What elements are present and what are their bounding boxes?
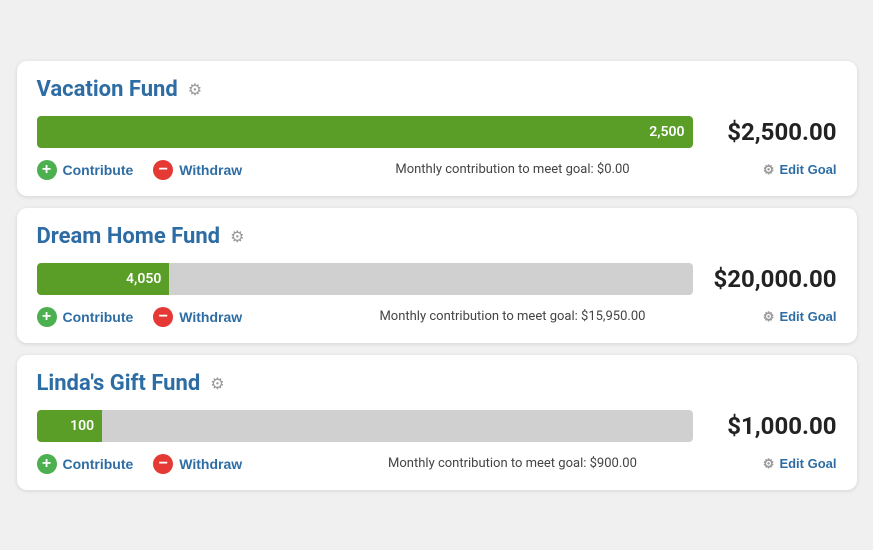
contribute-icon-lindas-gift-fund: + [37,454,57,474]
fund-amount-dream-home-fund: $20,000.00 [707,265,837,293]
edit-gear-icon-lindas-gift-fund: ⚙ [763,456,775,472]
settings-icon-dream-home-fund[interactable]: ⚙ [230,227,244,246]
progress-row-lindas-gift-fund: 100 $1,000.00 [37,410,837,442]
progress-bar-fill-dream-home-fund: 4,050 [37,263,170,295]
contribute-label-dream-home-fund: Contribute [63,309,134,325]
funds-list: Vacation Fund ⚙ 2,500 $2,500.00 + Contri… [17,61,857,490]
fund-amount-vacation-fund: $2,500.00 [707,118,837,146]
withdraw-label-lindas-gift-fund: Withdraw [179,456,242,472]
contribute-label-lindas-gift-fund: Contribute [63,456,134,472]
progress-row-vacation-fund: 2,500 $2,500.00 [37,116,837,148]
actions-row-dream-home-fund: + Contribute − Withdraw Monthly contribu… [37,307,837,327]
withdraw-label-vacation-fund: Withdraw [179,162,242,178]
fund-title-lindas-gift-fund: Linda's Gift Fund [37,371,201,396]
contribute-icon-vacation-fund: + [37,160,57,180]
progress-bar-container-dream-home-fund: 4,050 [37,263,693,295]
fund-header-dream-home-fund: Dream Home Fund ⚙ [37,224,837,249]
edit-gear-icon-vacation-fund: ⚙ [763,162,775,178]
fund-amount-lindas-gift-fund: $1,000.00 [707,412,837,440]
progress-bar-container-vacation-fund: 2,500 [37,116,693,148]
fund-card-lindas-gift-fund: Linda's Gift Fund ⚙ 100 $1,000.00 + Cont… [17,355,857,490]
edit-goal-button-lindas-gift-fund[interactable]: ⚙ Edit Goal [763,456,837,472]
progress-row-dream-home-fund: 4,050 $20,000.00 [37,263,837,295]
fund-card-vacation-fund: Vacation Fund ⚙ 2,500 $2,500.00 + Contri… [17,61,857,196]
actions-row-lindas-gift-fund: + Contribute − Withdraw Monthly contribu… [37,454,837,474]
edit-goal-label-lindas-gift-fund: Edit Goal [779,456,836,471]
edit-goal-button-vacation-fund[interactable]: ⚙ Edit Goal [763,162,837,178]
fund-header-vacation-fund: Vacation Fund ⚙ [37,77,837,102]
monthly-contribution-text-lindas-gift-fund: Monthly contribution to meet goal: $900.… [262,456,763,471]
edit-gear-icon-dream-home-fund: ⚙ [763,309,775,325]
contribute-icon-dream-home-fund: + [37,307,57,327]
actions-row-vacation-fund: + Contribute − Withdraw Monthly contribu… [37,160,837,180]
withdraw-label-dream-home-fund: Withdraw [179,309,242,325]
progress-label-dream-home-fund: 4,050 [126,271,161,287]
edit-goal-button-dream-home-fund[interactable]: ⚙ Edit Goal [763,309,837,325]
withdraw-icon-dream-home-fund: − [153,307,173,327]
monthly-contribution-text-vacation-fund: Monthly contribution to meet goal: $0.00 [262,162,763,177]
progress-bar-fill-lindas-gift-fund: 100 [37,410,103,442]
withdraw-button-vacation-fund[interactable]: − Withdraw [153,160,242,180]
edit-goal-label-dream-home-fund: Edit Goal [779,309,836,324]
progress-bar-container-lindas-gift-fund: 100 [37,410,693,442]
fund-title-dream-home-fund: Dream Home Fund [37,224,221,249]
withdraw-icon-vacation-fund: − [153,160,173,180]
fund-card-dream-home-fund: Dream Home Fund ⚙ 4,050 $20,000.00 + Con… [17,208,857,343]
monthly-contribution-text-dream-home-fund: Monthly contribution to meet goal: $15,9… [262,309,763,324]
progress-label-lindas-gift-fund: 100 [70,418,94,434]
progress-label-vacation-fund: 2,500 [649,124,684,140]
fund-header-lindas-gift-fund: Linda's Gift Fund ⚙ [37,371,837,396]
withdraw-icon-lindas-gift-fund: − [153,454,173,474]
settings-icon-lindas-gift-fund[interactable]: ⚙ [210,374,224,393]
edit-goal-label-vacation-fund: Edit Goal [779,162,836,177]
contribute-label-vacation-fund: Contribute [63,162,134,178]
withdraw-button-dream-home-fund[interactable]: − Withdraw [153,307,242,327]
fund-title-vacation-fund: Vacation Fund [37,77,178,102]
contribute-button-dream-home-fund[interactable]: + Contribute [37,307,134,327]
withdraw-button-lindas-gift-fund[interactable]: − Withdraw [153,454,242,474]
contribute-button-lindas-gift-fund[interactable]: + Contribute [37,454,134,474]
contribute-button-vacation-fund[interactable]: + Contribute [37,160,134,180]
progress-bar-fill-vacation-fund: 2,500 [37,116,693,148]
settings-icon-vacation-fund[interactable]: ⚙ [188,80,202,99]
